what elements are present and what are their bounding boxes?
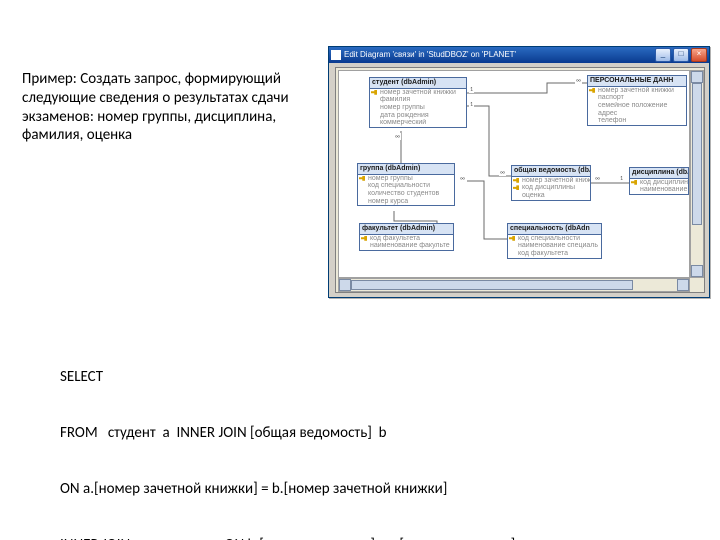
sql-line: FROM студент a INNER JOIN [общая ведомос…: [60, 424, 680, 443]
table-column: оценка: [512, 192, 590, 200]
sql-line: ON a.[номер зачетной книжки] = b.[номер …: [60, 480, 680, 499]
table-personal[interactable]: ПЕРСОНАЛЬНЫЕ ДАНН номер зачетной книжки …: [587, 75, 687, 126]
table-student[interactable]: студент (dbAdmin) номер зачетной книжки …: [369, 77, 467, 128]
table-column: код факультета: [360, 235, 453, 243]
cardinality-inf: ∞: [499, 169, 506, 176]
table-specialty[interactable]: специальность (dbAdn код специальности н…: [507, 223, 602, 259]
table-column: код специальности: [358, 182, 454, 190]
sql-line: SELECT: [60, 368, 680, 387]
sql-line: INNER JOIN дисциплина c ON b.[код дисцип…: [60, 536, 680, 540]
diagram-window: Edit Diagram 'связи' in 'StudDBOZ' on 'P…: [328, 46, 710, 298]
table-column: код специальности: [508, 235, 601, 243]
table-column: код дисциплины: [512, 184, 590, 192]
cardinality-inf: ∞: [459, 175, 466, 182]
table-column: семейное положение: [588, 102, 686, 110]
scroll-right-icon[interactable]: [677, 279, 689, 291]
scrollbar-vertical[interactable]: [690, 70, 704, 278]
cardinality-inf: ∞: [594, 175, 601, 182]
app-icon: [331, 50, 341, 60]
scroll-thumb-vertical[interactable]: [692, 83, 702, 225]
table-header: дисциплина (dbAdmin): [630, 168, 688, 179]
table-column: номер зачетной книжки: [370, 89, 466, 97]
diagram-canvas[interactable]: студент (dbAdmin) номер зачетной книжки …: [338, 70, 690, 278]
table-column: наименование факульте: [360, 242, 453, 250]
table-column: код факультета: [508, 250, 601, 258]
table-column: адрес: [588, 110, 686, 118]
window-title: Edit Diagram 'связи' in 'StudDBOZ' on 'P…: [344, 51, 655, 60]
sql-query: SELECT FROM студент a INNER JOIN [общая …: [60, 330, 680, 540]
table-group[interactable]: группа (dbAdmin) номер группы код специа…: [357, 163, 455, 206]
table-column: наименование специаль: [508, 242, 601, 250]
table-column: номер группы: [370, 104, 466, 112]
cardinality-one: 1: [619, 175, 624, 182]
scroll-down-icon[interactable]: [691, 265, 703, 277]
task-prompt: Пример: Создать запрос, формирующий след…: [22, 70, 302, 145]
table-header: группа (dbAdmin): [358, 164, 454, 175]
minimize-button[interactable]: _: [655, 48, 671, 62]
table-header: общая ведомость (dbA: [512, 166, 590, 177]
table-column: количество студентов: [358, 190, 454, 198]
cardinality-inf: ∞: [394, 133, 401, 140]
table-vedomost[interactable]: общая ведомость (dbA номер зачетной книж…: [511, 165, 591, 201]
maximize-button[interactable]: □: [673, 48, 689, 62]
table-column: фамилия: [370, 96, 466, 104]
scroll-thumb-horizontal[interactable]: [351, 280, 633, 290]
table-column: номер группы: [358, 175, 454, 183]
table-column: паспорт: [588, 94, 686, 102]
scrollbar-horizontal[interactable]: [338, 278, 690, 292]
table-header: специальность (dbAdn: [508, 224, 601, 235]
table-column: телефон: [588, 117, 686, 125]
titlebar: Edit Diagram 'связи' in 'StudDBOZ' on 'P…: [329, 47, 709, 63]
table-column: код дисциплины: [630, 179, 688, 187]
table-column: номер курса: [358, 198, 454, 206]
table-column: дата рождения: [370, 112, 466, 120]
table-column: номер зачетной книжки: [512, 177, 590, 185]
table-faculty[interactable]: факультет (dbAdmin) код факультета наиме…: [359, 223, 454, 251]
table-discipline[interactable]: дисциплина (dbAdmin) код дисциплины наим…: [629, 167, 689, 195]
scroll-up-icon[interactable]: [691, 71, 703, 83]
table-header: факультет (dbAdmin): [360, 224, 453, 235]
table-column: номер зачетной книжки: [588, 87, 686, 95]
scroll-left-icon[interactable]: [339, 279, 351, 291]
diagram-canvas-container: студент (dbAdmin) номер зачетной книжки …: [335, 67, 705, 293]
table-column: коммерческий: [370, 119, 466, 127]
table-header: студент (dbAdmin): [370, 78, 466, 89]
table-header: ПЕРСОНАЛЬНЫЕ ДАНН: [588, 76, 686, 87]
table-column: наименование дисциплин: [630, 186, 688, 194]
cardinality-one: 1: [469, 101, 474, 108]
cardinality-one: 1: [469, 86, 474, 93]
close-button[interactable]: ×: [691, 48, 707, 62]
cardinality-inf: ∞: [575, 77, 582, 84]
